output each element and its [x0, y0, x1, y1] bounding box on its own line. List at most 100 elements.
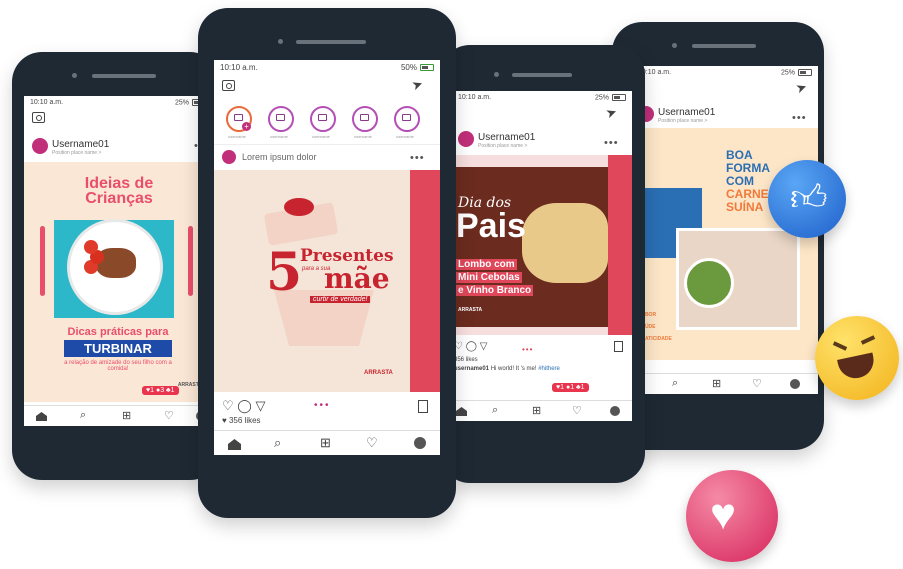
- story-1[interactable]: [268, 106, 294, 132]
- bottom-nav: ⌕ ⊞ ♡: [214, 430, 440, 455]
- mae-label: mãe: [324, 262, 390, 295]
- bookmark-icon[interactable]: [418, 400, 428, 413]
- carousel-dots: •••: [314, 400, 331, 411]
- story-2[interactable]: [310, 106, 336, 132]
- comment-line: username01 Hi world! It 's me! #hithere: [454, 366, 560, 372]
- comment-text: Hi world! It 's me!: [490, 366, 537, 372]
- food: [96, 248, 136, 278]
- bookmark-icon[interactable]: [614, 341, 623, 352]
- likes-value: 356 likes: [228, 416, 261, 425]
- status-signal: 25%: [781, 69, 812, 76]
- post-image[interactable]: Dia dos Pais Lombo com Mini Cebolas e Vi…: [452, 155, 632, 335]
- headline-2: FORMA: [726, 161, 770, 175]
- phone-speaker: [92, 74, 156, 78]
- share-icon[interactable]: ▽: [255, 398, 265, 413]
- add-icon[interactable]: ⊞: [712, 377, 721, 390]
- comment-icon[interactable]: ◯: [237, 398, 252, 413]
- story-4[interactable]: [394, 106, 420, 132]
- avatar[interactable]: [222, 150, 236, 164]
- send-icon[interactable]: ➤: [410, 76, 426, 95]
- camera-icon[interactable]: [222, 80, 235, 91]
- story-add-icon[interactable]: +: [242, 122, 251, 131]
- home-icon[interactable]: [456, 407, 467, 416]
- add-icon[interactable]: ⊞: [532, 404, 541, 417]
- status-bar: 10:10 a.m. 25%: [452, 91, 632, 105]
- heart-icon[interactable]: ♡: [752, 377, 762, 390]
- username[interactable]: Username01 Position place name >: [478, 132, 535, 149]
- bottom-nav: ⌕ ⊞ ♡: [452, 400, 632, 421]
- dish-photo: [522, 203, 608, 283]
- profile-icon[interactable]: [610, 406, 620, 416]
- tomatoes: [84, 240, 98, 254]
- more-options-icon[interactable]: •••: [792, 112, 807, 124]
- post-image[interactable]: 5 Presentes para a sua mãe curtir de ver…: [214, 170, 440, 392]
- status-time: 10:10 a.m.: [220, 63, 258, 72]
- add-icon[interactable]: ⊞: [122, 409, 131, 422]
- search-icon[interactable]: ⌕: [672, 377, 678, 390]
- share-icon[interactable]: ▽: [480, 341, 488, 352]
- story-label: username: [312, 134, 330, 139]
- username[interactable]: Username01 Position place name >: [658, 107, 715, 124]
- headline-3: COM: [726, 174, 754, 188]
- phone-camera-dot: [278, 39, 283, 44]
- username[interactable]: Username01 Position place name >: [52, 139, 109, 156]
- post-subtitle: Dicas práticas para: [67, 326, 169, 338]
- status-signal: 50%: [401, 63, 434, 72]
- story-label: username: [270, 134, 288, 139]
- headline-4: CARNE: [726, 187, 769, 201]
- bottom-nav: ⌕ ⊞ ♡: [632, 373, 818, 394]
- post-image[interactable]: Ideias de Crianças Dicas práticas para T…: [24, 162, 212, 402]
- notification-badge[interactable]: ♥1 ●1 ♣1: [552, 383, 589, 392]
- search-icon[interactable]: ⌕: [80, 409, 86, 422]
- status-time: 10:10 a.m.: [30, 99, 64, 106]
- dish-line-3: e Vinho Branco: [456, 285, 534, 296]
- post-body: a relação de amizade do seu filho com a …: [64, 360, 172, 372]
- red-band: [410, 170, 440, 392]
- comment-user[interactable]: username01: [454, 366, 489, 372]
- phone-2: 10:10 a.m. 50% ➤ + username username use…: [198, 8, 456, 518]
- bottom-nav: ⌕ ⊞ ♡: [24, 405, 212, 426]
- phone-camera-dot: [72, 73, 77, 78]
- home-icon[interactable]: [228, 439, 241, 450]
- story-3[interactable]: [352, 106, 378, 132]
- red-band: [608, 155, 632, 335]
- profile-icon[interactable]: [790, 379, 800, 389]
- status-bar: 10:10 a.m. 25%: [632, 66, 818, 80]
- likes-count: ♥ 356 likes: [222, 416, 261, 425]
- search-icon[interactable]: ⌕: [274, 435, 281, 451]
- heart-icon[interactable]: ♡: [366, 435, 378, 451]
- battery-icon: [420, 64, 434, 72]
- post-actions: ♡ ◯ ▽: [222, 398, 265, 414]
- phone-speaker: [692, 44, 756, 48]
- heart-icon[interactable]: ♡: [572, 404, 582, 417]
- laugh-eye-left: [832, 341, 848, 351]
- heart-icon[interactable]: ♡: [164, 409, 174, 422]
- phone-1: 10:10 a.m. 25% Username01 Position place …: [12, 52, 220, 480]
- avatar[interactable]: [32, 138, 48, 154]
- more-options-icon[interactable]: •••: [410, 152, 425, 164]
- home-icon[interactable]: [36, 412, 47, 421]
- carousel-dots: •••: [522, 345, 534, 354]
- gift-bow: [284, 198, 314, 216]
- headline-pais: Pais: [456, 207, 526, 245]
- laugh-mouth: [837, 352, 877, 382]
- avatar[interactable]: [458, 131, 474, 147]
- comment-hashtag[interactable]: #hithere: [538, 366, 560, 372]
- heart-shape-icon: ♥: [710, 490, 737, 539]
- like-icon[interactable]: ♡: [222, 398, 234, 413]
- curtir-label: curtir de verdade!: [310, 296, 371, 303]
- divider: [214, 144, 440, 145]
- post-title: Ideias de Crianças: [84, 175, 154, 207]
- comment-icon[interactable]: ◯: [466, 341, 477, 352]
- like-emoji-icon: 👍︎: [768, 160, 846, 238]
- send-icon[interactable]: ➤: [794, 79, 810, 98]
- send-icon[interactable]: ➤: [604, 104, 620, 123]
- profile-icon[interactable]: [414, 437, 426, 449]
- search-icon[interactable]: ⌕: [492, 404, 498, 417]
- post-caption[interactable]: Lorem ipsum dolor: [242, 152, 317, 162]
- add-icon[interactable]: ⊞: [320, 435, 331, 451]
- camera-icon[interactable]: [32, 112, 45, 123]
- status-signal: 25%: [595, 94, 626, 101]
- more-options-icon[interactable]: •••: [604, 137, 619, 149]
- notification-badge[interactable]: ♥1 ●3 ♣1: [142, 386, 179, 395]
